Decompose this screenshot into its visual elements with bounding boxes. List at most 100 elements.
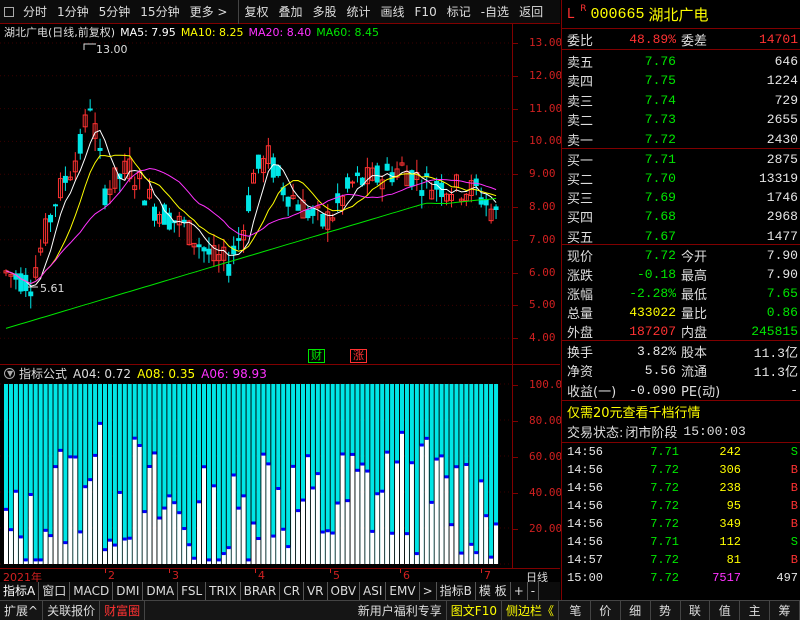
indicator-tab[interactable]: - xyxy=(528,582,540,600)
bid-row: 买三 7.69 1746 xyxy=(562,188,800,208)
candle-body xyxy=(285,196,291,207)
chart-title: 湖北广电(日线,前复权) xyxy=(4,26,116,39)
tb-fuquan[interactable]: 复权 xyxy=(238,0,273,24)
wealth-circle-button[interactable]: 财富圈 xyxy=(100,600,146,620)
f10-button[interactable]: 图文F10 xyxy=(447,600,502,620)
expand-button[interactable]: 扩展^ xyxy=(0,600,44,620)
indicator-bar-b xyxy=(221,554,226,564)
indicator-tab[interactable]: + xyxy=(511,582,528,600)
bid-row: 买一 7.71 2875 xyxy=(562,149,800,169)
tb-biaoji[interactable]: 标记 xyxy=(442,0,476,24)
stat-row: 涨幅 -2.28% 最低 7.65 xyxy=(562,283,800,303)
price-tick: 9.00 xyxy=(529,167,556,181)
indicator-bar-b xyxy=(18,537,23,564)
indicator-tab[interactable]: CR xyxy=(280,582,304,600)
tb-5min[interactable]: 5分钟 xyxy=(94,0,136,24)
right-tab[interactable]: 价 xyxy=(591,600,621,620)
indicator-mark xyxy=(296,509,301,513)
window-icon[interactable] xyxy=(4,6,14,17)
date-month-mark xyxy=(330,569,331,573)
right-tab[interactable]: 势 xyxy=(651,600,681,620)
indicator-bar-b xyxy=(439,456,444,564)
kline-chart[interactable] xyxy=(0,24,512,364)
tb-huaxian[interactable]: 画线 xyxy=(376,0,410,24)
indicator-tab[interactable]: DMA xyxy=(143,582,179,600)
news-link[interactable]: 新用户福利专享 xyxy=(354,600,447,620)
candle-body xyxy=(87,108,93,111)
tb-tongji[interactable]: 统计 xyxy=(342,0,376,24)
indicator-tab[interactable]: BRAR xyxy=(241,582,281,600)
sidebar-button[interactable]: 侧边栏《 xyxy=(502,600,559,620)
right-tab[interactable]: 联 xyxy=(681,600,711,620)
date-month-mark xyxy=(255,569,256,573)
indicator-tab[interactable]: > xyxy=(420,582,437,600)
indicator-tab[interactable]: ASI xyxy=(360,582,387,600)
indicator-tab[interactable]: FSL xyxy=(178,582,207,600)
indicator-chart[interactable] xyxy=(0,364,512,568)
indicator-tab[interactable]: DMI xyxy=(113,582,144,600)
tb-f10[interactable]: F10 xyxy=(410,0,442,24)
indicator-tab[interactable]: EMV xyxy=(386,582,420,600)
indicator-tab[interactable]: VR xyxy=(304,582,328,600)
indicator-mark xyxy=(157,516,162,520)
indicator-tab[interactable]: OBV xyxy=(328,582,361,600)
indicator-tab[interactable]: TRIX xyxy=(206,582,241,600)
book-price: 7.69 xyxy=(644,190,676,206)
price-axis: 13.00 12.00 11.00 10.00 9.00 8.00 7.00 6.00 5.00… xyxy=(512,24,562,364)
indicator-tab[interactable]: 指标A xyxy=(0,582,40,600)
indicator-mark xyxy=(43,528,48,532)
tb-duogu[interactable]: 多股 xyxy=(307,0,341,24)
tb-more[interactable]: 更多 > xyxy=(185,0,233,24)
right-tab[interactable]: 值 xyxy=(710,600,741,620)
limit-tag[interactable]: 涨 xyxy=(350,349,367,363)
indicator-mark xyxy=(469,542,474,546)
indicator-bar-b xyxy=(494,524,499,564)
indicator-tab[interactable]: 模 板 xyxy=(476,582,511,600)
share-value: 3.82% xyxy=(636,343,676,359)
candle-body xyxy=(28,291,34,297)
indicator-tab[interactable]: 指标B xyxy=(437,582,476,600)
tb-1min[interactable]: 1分钟 xyxy=(52,0,94,24)
indicator-mark xyxy=(310,486,315,490)
finance-tag[interactable]: 财 xyxy=(308,349,325,363)
low-annotation: 5.61 xyxy=(40,282,65,295)
right-tab[interactable]: 细 xyxy=(621,600,651,620)
status-time: 15:00:03 xyxy=(683,423,746,439)
candle-body xyxy=(350,181,355,184)
right-tab[interactable]: 筹 xyxy=(770,600,800,620)
indicator-mark xyxy=(251,521,256,525)
ask-row: 卖四 7.75 1224 xyxy=(562,71,800,91)
indicator-mark xyxy=(103,548,107,552)
r-flag: R xyxy=(580,4,587,14)
candle-body xyxy=(236,238,242,241)
indicator-tab[interactable]: MACD xyxy=(70,582,114,600)
indicator-tab[interactable]: 窗口 xyxy=(39,582,71,600)
indicator-bar-b xyxy=(142,512,147,564)
tick-volume: 7517 xyxy=(712,571,741,585)
related-quote-button[interactable]: 关联报价 xyxy=(43,600,101,620)
tb-diejia[interactable]: 叠加 xyxy=(273,0,307,24)
indicator-bar-a xyxy=(103,384,107,564)
candle-body xyxy=(206,248,212,255)
indicator-tick: 80.00 xyxy=(529,414,563,427)
stat-value: -2.28% xyxy=(629,285,676,301)
indicator-bar-b xyxy=(286,547,291,564)
status-label: 交易状态: xyxy=(567,425,624,441)
tb-15min[interactable]: 15分钟 xyxy=(135,0,184,24)
promo-text[interactable]: 仅需20元查看千档行情 xyxy=(567,402,701,421)
right-tab[interactable]: 主 xyxy=(740,600,771,620)
price-tick-mark xyxy=(513,108,518,110)
tb-fanhui[interactable]: 返回 xyxy=(514,0,548,24)
right-tab[interactable]: 笔 xyxy=(561,600,591,620)
candle-body xyxy=(142,200,148,206)
tb-fenshi[interactable]: 分时 xyxy=(18,0,52,24)
promo-row[interactable]: 仅需20元查看千档行情 xyxy=(562,401,800,421)
indicator-bar-b xyxy=(325,531,330,564)
indicator-bar-b xyxy=(182,529,187,564)
collapse-icon[interactable]: ▼ xyxy=(4,368,15,379)
share-label: PE(动) xyxy=(681,384,721,400)
tb-zixuan[interactable]: -自选 xyxy=(476,0,514,24)
indicator-mark xyxy=(53,465,58,469)
indicator-bar-a xyxy=(38,384,43,564)
indicator-tick: 100.0 xyxy=(529,378,563,391)
